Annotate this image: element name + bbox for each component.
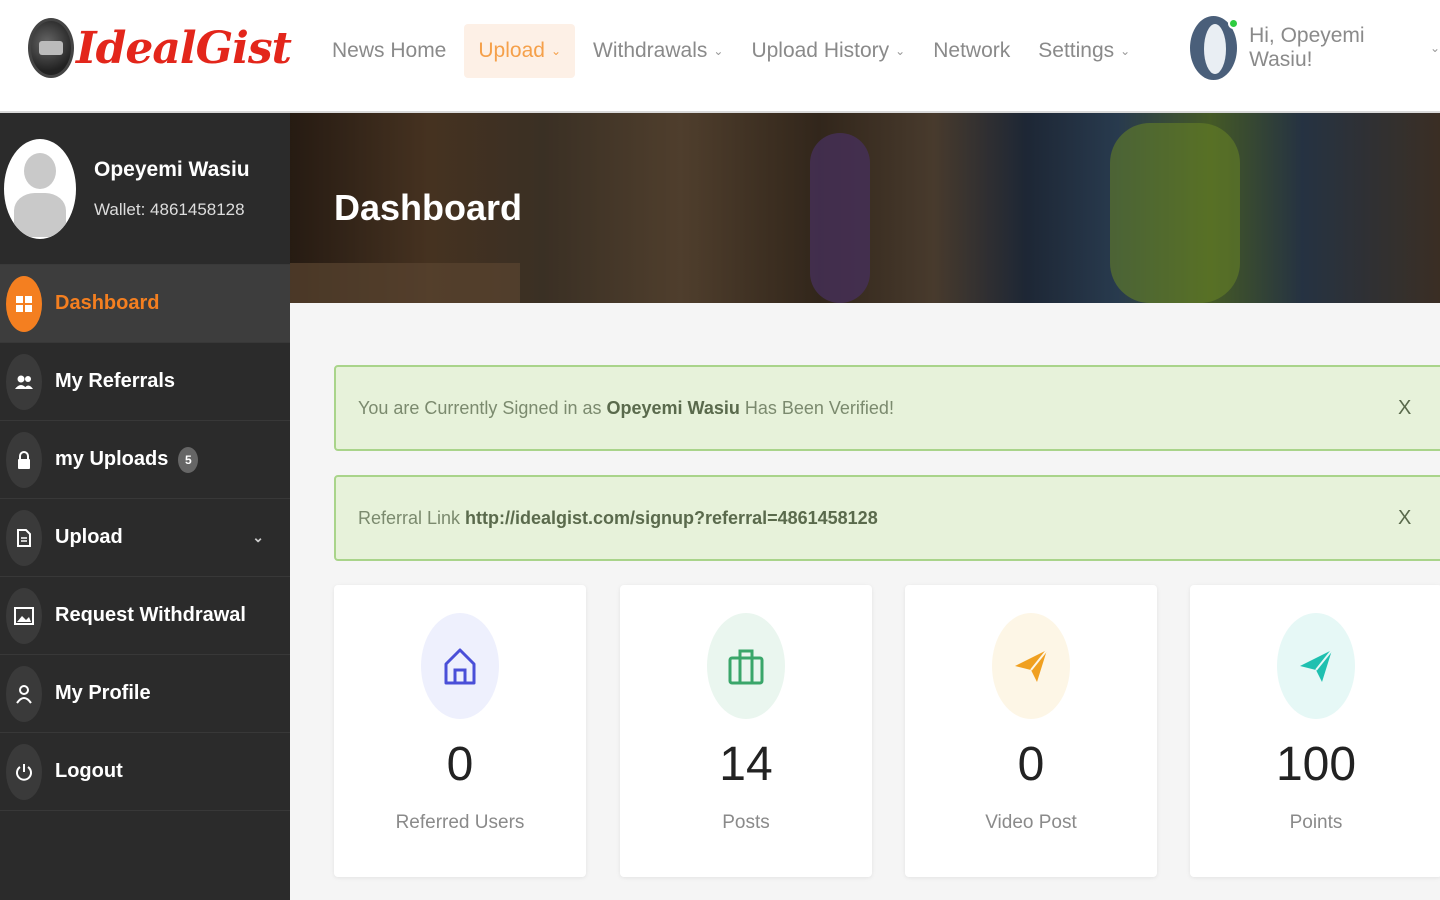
nav-upload[interactable]: Upload ⌄ xyxy=(464,24,575,78)
logo-text: IdealGist xyxy=(76,22,292,74)
sidebar-item-dashboard[interactable]: Dashboard xyxy=(0,265,290,343)
briefcase-icon xyxy=(707,613,785,719)
stat-label: Video Post xyxy=(985,812,1077,833)
referral-alert: Referral Link http://idealgist.com/signu… xyxy=(334,475,1440,561)
users-icon xyxy=(6,353,42,410)
online-status-indicator xyxy=(1228,18,1239,29)
brand-logo[interactable]: IdealGist xyxy=(28,18,292,78)
nav-settings[interactable]: Settings ⌄ xyxy=(1024,24,1144,78)
main-nav: News Home Upload ⌄ Withdrawals ⌄ Upload … xyxy=(318,24,1144,78)
power-icon xyxy=(6,743,42,800)
chevron-down-icon: ⌄ xyxy=(1429,41,1440,55)
chevron-down-icon: ⌄ xyxy=(713,44,724,58)
stat-value: 0 xyxy=(446,738,474,791)
send-icon xyxy=(1277,613,1355,719)
stat-card-video-post: 0 Video Post xyxy=(905,585,1157,877)
logo-badge-icon xyxy=(28,18,74,78)
nav-news-home[interactable]: News Home xyxy=(318,24,460,78)
alert-text: Referral Link xyxy=(358,507,461,528)
sidebar-item-request-withdrawal[interactable]: Request Withdrawal xyxy=(0,577,290,655)
profile-avatar xyxy=(4,138,76,239)
greeting-text: Hi, Opeyemi Wasiu! xyxy=(1249,24,1365,71)
chevron-down-icon: ⌄ xyxy=(895,44,906,58)
nav-withdrawals[interactable]: Withdrawals ⌄ xyxy=(579,24,737,78)
sidebar-item-label: My Referrals xyxy=(55,370,176,392)
stat-label: Referred Users xyxy=(395,812,525,833)
sidebar-item-label: my Uploads xyxy=(55,448,169,470)
nav-label: Settings xyxy=(1038,39,1115,62)
sidebar-item-upload[interactable]: Upload ⌄ xyxy=(0,499,290,577)
stat-label: Posts xyxy=(722,812,770,833)
file-icon xyxy=(6,509,42,566)
chevron-down-icon: ⌄ xyxy=(1120,44,1131,58)
sidebar-profile: Opeyemi Wasiu Wallet: 4861458128 xyxy=(0,113,290,265)
nav-upload-history[interactable]: Upload History ⌄ xyxy=(737,24,919,78)
stat-label: Points xyxy=(1289,812,1343,833)
sidebar-item-label: Dashboard xyxy=(55,292,160,314)
dashboard-icon xyxy=(6,275,42,332)
stat-value: 0 xyxy=(1017,738,1045,791)
alert-username: Opeyemi Wasiu xyxy=(606,397,740,418)
top-header: IdealGist News Home Upload ⌄ Withdrawals… xyxy=(0,0,1440,113)
nav-label: Upload xyxy=(478,39,545,62)
lock-icon xyxy=(6,431,42,488)
main-content: You are Currently Signed in as Opeyemi W… xyxy=(290,303,1440,900)
page-banner: Dashboard xyxy=(290,113,1440,303)
nav-label: News Home xyxy=(332,39,447,62)
sidebar-item-my-uploads[interactable]: my Uploads 5 xyxy=(0,421,290,499)
send-icon xyxy=(992,613,1070,719)
stat-card-points: 100 Points xyxy=(1190,585,1440,877)
sidebar-item-label: Upload xyxy=(55,526,123,548)
image-icon xyxy=(6,587,42,644)
alert-text: You are Currently Signed in as xyxy=(358,397,602,418)
stat-card-posts: 14 Posts xyxy=(620,585,872,877)
sidebar-item-my-profile[interactable]: My Profile xyxy=(0,655,290,733)
chevron-down-icon: ⌄ xyxy=(550,44,561,58)
nav-label: Network xyxy=(933,39,1011,62)
user-greeting[interactable]: Hi, Opeyemi Wasiu! ⌄ xyxy=(1249,24,1440,72)
stat-value: 100 xyxy=(1275,738,1357,791)
sidebar-item-label: My Profile xyxy=(55,682,151,704)
close-icon[interactable]: X xyxy=(1398,397,1411,420)
stat-value: 14 xyxy=(719,738,773,791)
sidebar-item-logout[interactable]: Logout xyxy=(0,733,290,811)
sidebar-item-label: Logout xyxy=(55,760,123,782)
nav-label: Upload History xyxy=(751,39,890,62)
nav-network[interactable]: Network xyxy=(919,24,1024,78)
wallet-number: Wallet: 4861458128 xyxy=(94,199,245,219)
home-icon xyxy=(421,613,499,719)
chevron-down-icon: ⌄ xyxy=(252,529,264,545)
page-title: Dashboard xyxy=(334,187,523,228)
profile-name: Opeyemi Wasiu xyxy=(94,157,250,181)
referral-link[interactable]: http://idealgist.com/signup?referral=486… xyxy=(465,508,878,529)
user-icon xyxy=(6,665,42,722)
stat-card-referred-users: 0 Referred Users xyxy=(334,585,586,877)
sidebar-item-my-referrals[interactable]: My Referrals xyxy=(0,343,290,421)
close-icon[interactable]: X xyxy=(1398,507,1411,530)
nav-label: Withdrawals xyxy=(593,39,708,62)
alert-text: Has Been Verified! xyxy=(744,397,894,418)
uploads-count-badge: 5 xyxy=(178,446,199,473)
verified-alert: You are Currently Signed in as Opeyemi W… xyxy=(334,365,1440,451)
sidebar-item-label: Request Withdrawal xyxy=(55,604,246,626)
sidebar: Opeyemi Wasiu Wallet: 4861458128 Dashboa… xyxy=(0,113,290,900)
